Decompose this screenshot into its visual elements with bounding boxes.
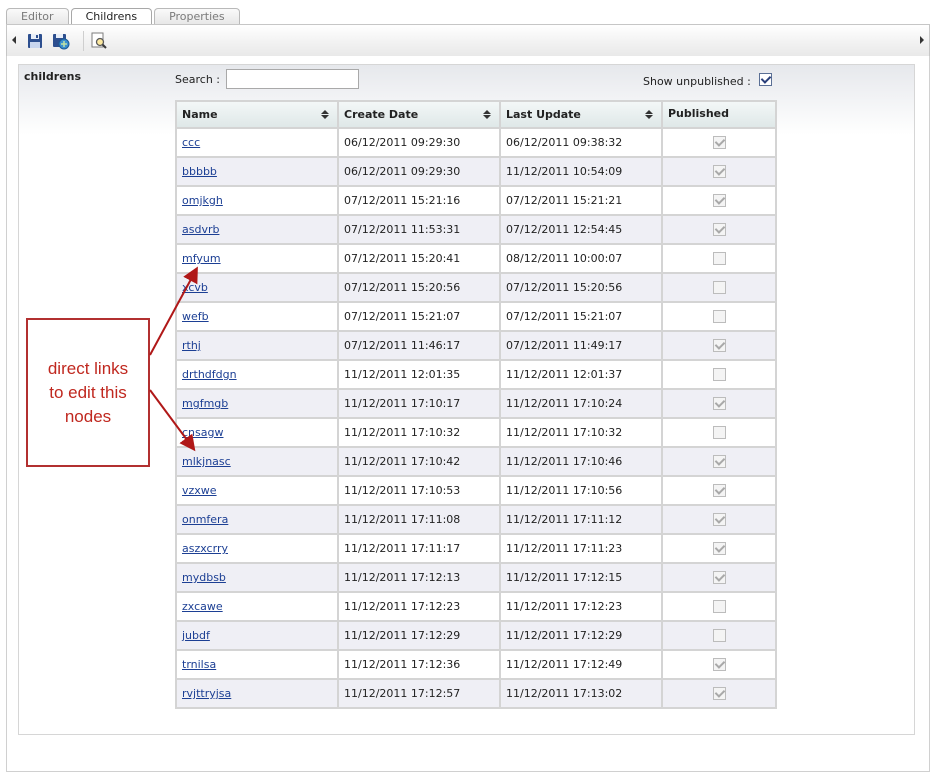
arrow-to-mfyum [149, 266, 198, 356]
arrow-to-mlkjnasc [149, 389, 196, 452]
annotation-arrows [149, 266, 198, 452]
